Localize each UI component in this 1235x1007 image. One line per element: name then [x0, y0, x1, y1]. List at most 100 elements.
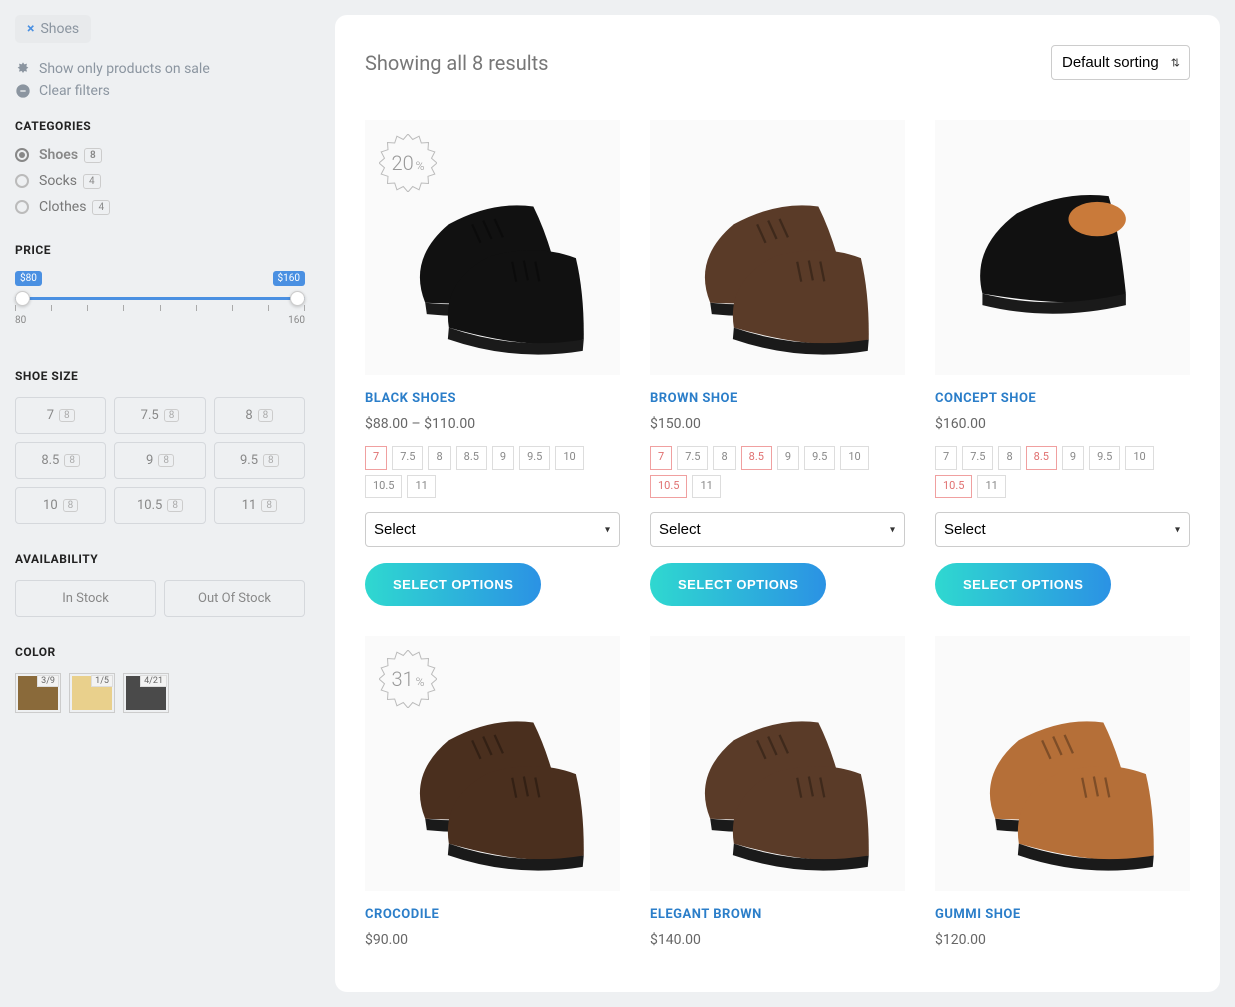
product-size-option[interactable]: 7.5: [392, 446, 423, 470]
size-count: 8: [167, 499, 183, 512]
price-heading: PRICE: [15, 243, 305, 257]
product-title[interactable]: ELEGANT BROWN: [650, 907, 905, 922]
variant-select[interactable]: Select: [650, 512, 905, 547]
product-image[interactable]: [935, 120, 1190, 375]
color-swatch[interactable]: 4/21: [123, 673, 169, 713]
product-size-option[interactable]: 7: [935, 446, 957, 470]
category-item-clothes[interactable]: Clothes 4: [15, 199, 305, 215]
product-size-option[interactable]: 9.5: [1089, 446, 1120, 470]
swatch-count: 1/5: [91, 675, 113, 687]
radio-icon: [15, 200, 29, 214]
size-count: 8: [164, 409, 180, 422]
product-size-option[interactable]: 7: [650, 446, 672, 470]
product-size-option[interactable]: 8: [713, 446, 735, 470]
active-filter-tag[interactable]: × Shoes: [15, 15, 91, 43]
product-card: BROWN SHOE $150.00 77.588.599.51010.511 …: [650, 120, 905, 606]
availability-heading: AVAILABILITY: [15, 552, 305, 566]
product-size-option[interactable]: 9.5: [519, 446, 550, 470]
show-on-sale-button[interactable]: Show only products on sale: [15, 61, 305, 77]
on-sale-label: Show only products on sale: [39, 61, 210, 77]
product-price: $140.00: [650, 932, 905, 948]
product-image[interactable]: [650, 636, 905, 891]
size-filter-7[interactable]: 78: [15, 397, 106, 434]
shoe-size-heading: SHOE SIZE: [15, 369, 305, 383]
product-size-option[interactable]: 10.5: [935, 475, 972, 499]
product-title[interactable]: BLACK SHOES: [365, 391, 620, 406]
product-size-option[interactable]: 10.5: [650, 475, 687, 499]
price-slider[interactable]: $80 $160 80 160: [15, 271, 305, 341]
product-size-option[interactable]: 7: [365, 446, 387, 470]
variant-select[interactable]: Select: [935, 512, 1190, 547]
size-filter-8.5[interactable]: 8.58: [15, 442, 106, 479]
remove-filter-icon: ×: [27, 21, 34, 37]
slider-thumb-max[interactable]: [290, 291, 305, 306]
product-size-option[interactable]: 7.5: [962, 446, 993, 470]
sale-icon: [15, 61, 31, 77]
product-size-option[interactable]: 10: [1125, 446, 1153, 470]
product-size-option[interactable]: 11: [407, 475, 435, 499]
product-size-option[interactable]: 8: [998, 446, 1020, 470]
results-count: Showing all 8 results: [365, 51, 548, 75]
product-size-option[interactable]: 11: [977, 475, 1005, 499]
product-sizes: 77.588.599.510 10.511: [935, 446, 1190, 498]
clear-filters-label: Clear filters: [39, 83, 110, 99]
product-price: $160.00: [935, 416, 1190, 432]
product-size-option[interactable]: 9: [777, 446, 799, 470]
size-filter-11[interactable]: 118: [214, 487, 305, 524]
category-item-shoes[interactable]: Shoes 8: [15, 147, 305, 163]
select-options-button[interactable]: SELECT OPTIONS: [935, 563, 1111, 606]
color-swatch[interactable]: 1/5: [69, 673, 115, 713]
product-card: CONCEPT SHOE $160.00 77.588.599.510 10.51…: [935, 120, 1190, 606]
product-size-option[interactable]: 10: [555, 446, 583, 470]
slider-thumb-min[interactable]: [15, 291, 30, 306]
availability-out-of-stock[interactable]: Out Of Stock: [164, 580, 305, 617]
product-size-option[interactable]: 8.5: [741, 446, 772, 470]
category-label: Socks: [39, 173, 77, 189]
size-filter-8[interactable]: 88: [214, 397, 305, 434]
slider-track: [15, 297, 305, 300]
clear-filters-button[interactable]: Clear filters: [15, 83, 305, 99]
size-count: 8: [63, 499, 79, 512]
size-filter-10[interactable]: 108: [15, 487, 106, 524]
price-min-label: $80: [15, 271, 42, 286]
clear-icon: [15, 83, 31, 99]
product-card: 31% CROCODILE $90.00: [365, 636, 620, 962]
product-title[interactable]: CONCEPT SHOE: [935, 391, 1190, 406]
size-filter-10.5[interactable]: 10.58: [114, 487, 205, 524]
product-image[interactable]: [935, 636, 1190, 891]
size-filter-7.5[interactable]: 7.58: [114, 397, 205, 434]
product-size-option[interactable]: 10.5: [365, 475, 402, 499]
product-price: $88.00 – $110.00: [365, 416, 620, 432]
category-item-socks[interactable]: Socks 4: [15, 173, 305, 189]
product-size-option[interactable]: 8.5: [1026, 446, 1057, 470]
product-size-option[interactable]: 9: [1062, 446, 1084, 470]
product-image[interactable]: [650, 120, 905, 375]
product-title[interactable]: BROWN SHOE: [650, 391, 905, 406]
size-filter-9[interactable]: 98: [114, 442, 205, 479]
color-swatch[interactable]: 3/9: [15, 673, 61, 713]
sort-select[interactable]: Default sorting: [1051, 45, 1190, 80]
product-image[interactable]: 31%: [365, 636, 620, 891]
product-image[interactable]: 20%: [365, 120, 620, 375]
product-size-option[interactable]: 9.5: [804, 446, 835, 470]
price-max-tick: 160: [288, 315, 305, 326]
size-count: 8: [261, 499, 277, 512]
availability-in-stock[interactable]: In Stock: [15, 580, 156, 617]
categories-heading: CATEGORIES: [15, 119, 305, 133]
swatch-count: 3/9: [37, 675, 59, 687]
category-count: 4: [83, 174, 101, 189]
select-options-button[interactable]: SELECT OPTIONS: [650, 563, 826, 606]
product-size-option[interactable]: 10: [840, 446, 868, 470]
product-title[interactable]: CROCODILE: [365, 907, 620, 922]
product-size-option[interactable]: 9: [492, 446, 514, 470]
product-size-option[interactable]: 8.5: [456, 446, 487, 470]
product-size-option[interactable]: 7.5: [677, 446, 708, 470]
product-size-option[interactable]: 8: [428, 446, 450, 470]
variant-select[interactable]: Select: [365, 512, 620, 547]
product-size-option[interactable]: 11: [692, 475, 720, 499]
price-section: PRICE $80 $160 80 160: [15, 243, 305, 341]
size-count: 8: [64, 454, 80, 467]
select-options-button[interactable]: SELECT OPTIONS: [365, 563, 541, 606]
product-title[interactable]: GUMMI SHOE: [935, 907, 1190, 922]
size-filter-9.5[interactable]: 9.58: [214, 442, 305, 479]
